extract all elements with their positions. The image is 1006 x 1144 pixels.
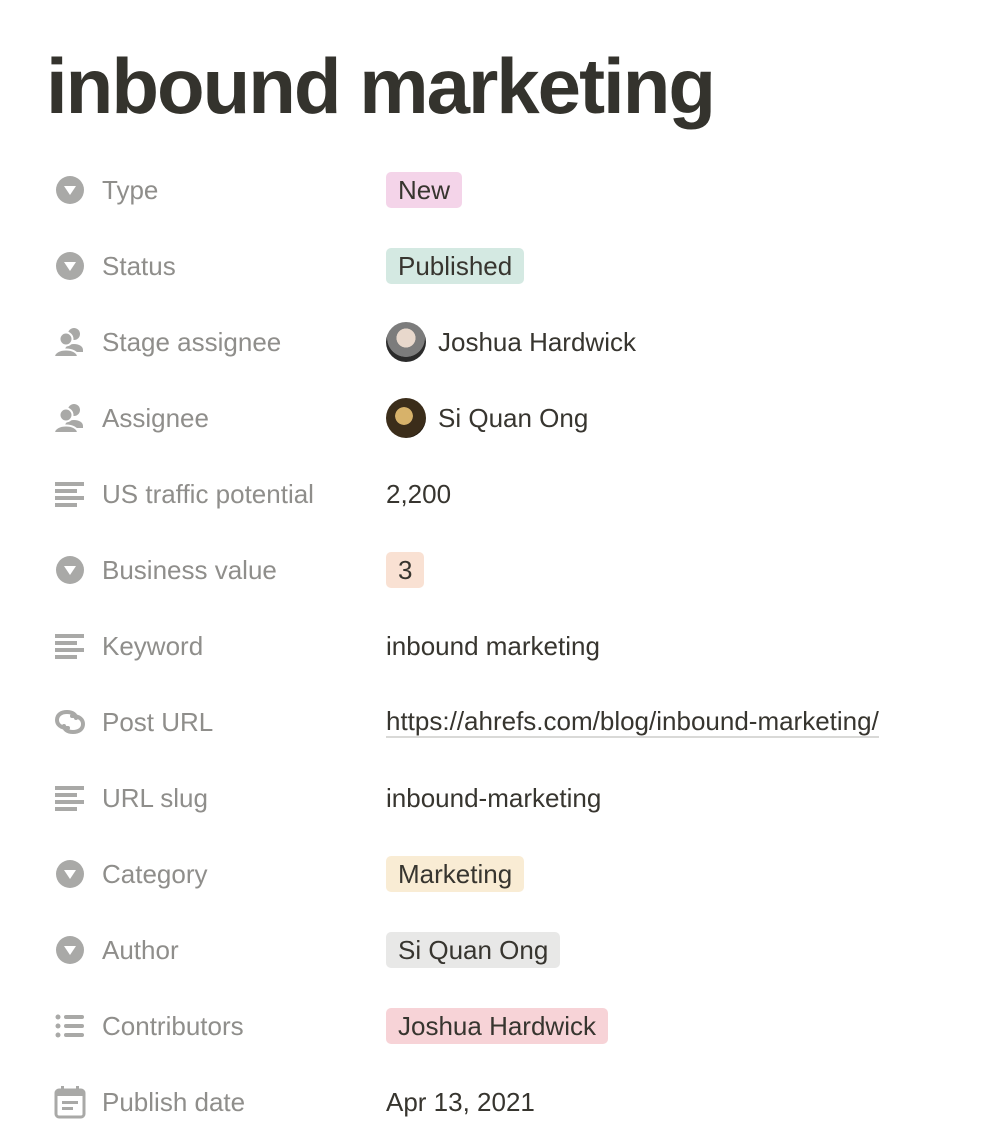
property-value-us-traffic-potential[interactable]: 2,200 xyxy=(386,479,451,510)
property-row-category: Category Marketing xyxy=(52,836,1002,912)
property-label-business-value[interactable]: Business value xyxy=(52,550,386,590)
properties-list: Type New Status Published Stage assignee… xyxy=(52,152,1002,1140)
property-label-text: Assignee xyxy=(102,402,209,433)
page-title[interactable]: inbound marketing xyxy=(46,43,716,130)
property-value-business-value[interactable]: 3 xyxy=(386,552,425,588)
text-icon xyxy=(52,476,88,512)
property-value-author[interactable]: Si Quan Ong xyxy=(386,932,561,968)
property-value-stage-assignee[interactable]: Joshua Hardwick xyxy=(386,322,636,362)
property-row-contributors: Contributors Joshua Hardwick xyxy=(52,988,1002,1064)
property-row-us-traffic-potential: US traffic potential 2,200 xyxy=(52,456,1002,532)
status-tag[interactable]: Published xyxy=(386,248,525,284)
property-row-stage-assignee: Stage assignee Joshua Hardwick xyxy=(52,304,1002,380)
property-label-text: Type xyxy=(102,174,159,205)
person-name[interactable]: Joshua Hardwick xyxy=(438,327,636,358)
property-row-author: Author Si Quan Ong xyxy=(52,912,1002,988)
property-row-business-value: Business value 3 xyxy=(52,532,1002,608)
property-label-text: Stage assignee xyxy=(102,326,282,357)
list-icon xyxy=(52,1008,88,1044)
contributor-tag[interactable]: Joshua Hardwick xyxy=(386,1008,608,1044)
text-icon xyxy=(52,780,88,816)
publish-date-value[interactable]: Apr 13, 2021 xyxy=(386,1087,535,1118)
property-value-assignee[interactable]: Si Quan Ong xyxy=(386,398,588,438)
property-label-post-url[interactable]: Post URL xyxy=(52,702,386,742)
property-label-text: Contributors xyxy=(102,1010,244,1041)
property-label-text: Publish date xyxy=(102,1086,246,1117)
property-label-publish-date[interactable]: Publish date xyxy=(52,1082,386,1122)
person-icon xyxy=(52,324,88,360)
person-icon xyxy=(52,400,88,436)
property-value-category[interactable]: Marketing xyxy=(386,856,525,892)
calendar-icon xyxy=(52,1084,88,1120)
property-row-assignee: Assignee Si Quan Ong xyxy=(52,380,1002,456)
property-label-text: Keyword xyxy=(102,630,204,661)
select-icon xyxy=(52,856,88,892)
property-value-post-url[interactable]: https://ahrefs.com/blog/inbound-marketin… xyxy=(386,706,879,738)
link-icon xyxy=(52,704,88,740)
property-label-assignee[interactable]: Assignee xyxy=(52,398,386,438)
property-label-url-slug[interactable]: URL slug xyxy=(52,778,386,818)
text-icon xyxy=(52,628,88,664)
avatar xyxy=(386,398,426,438)
select-icon xyxy=(52,172,88,208)
property-label-type[interactable]: Type xyxy=(52,170,386,210)
property-label-stage-assignee[interactable]: Stage assignee xyxy=(52,322,386,362)
property-value-keyword[interactable]: inbound marketing xyxy=(386,631,600,662)
property-label-text: US traffic potential xyxy=(102,478,314,509)
property-label-text: Author xyxy=(102,934,179,965)
avatar xyxy=(386,322,426,362)
url-slug-value[interactable]: inbound-marketing xyxy=(386,783,601,814)
select-icon xyxy=(52,248,88,284)
property-label-contributors[interactable]: Contributors xyxy=(52,1006,386,1046)
select-icon xyxy=(52,932,88,968)
property-label-text: Post URL xyxy=(102,706,214,737)
property-label-keyword[interactable]: Keyword xyxy=(52,626,386,666)
property-label-text: Business value xyxy=(102,554,277,585)
category-tag[interactable]: Marketing xyxy=(386,856,525,892)
property-value-type[interactable]: New xyxy=(386,172,463,208)
property-label-text: Category xyxy=(102,858,208,889)
property-value-status[interactable]: Published xyxy=(386,248,525,284)
property-value-contributors[interactable]: Joshua Hardwick xyxy=(386,1008,608,1044)
property-label-category[interactable]: Category xyxy=(52,854,386,894)
property-row-post-url: Post URL https://ahrefs.com/blog/inbound… xyxy=(52,684,1002,760)
property-label-text: Status xyxy=(102,250,176,281)
post-url-link[interactable]: https://ahrefs.com/blog/inbound-marketin… xyxy=(386,706,879,738)
type-tag[interactable]: New xyxy=(386,172,463,208)
property-label-us-traffic-potential[interactable]: US traffic potential xyxy=(52,474,386,514)
property-label-text: URL slug xyxy=(102,782,208,813)
property-row-url-slug: URL slug inbound-marketing xyxy=(52,760,1002,836)
property-row-keyword: Keyword inbound marketing xyxy=(52,608,1002,684)
property-label-status[interactable]: Status xyxy=(52,246,386,286)
property-row-type: Type New xyxy=(52,152,1002,228)
select-icon xyxy=(52,552,88,588)
keyword-value[interactable]: inbound marketing xyxy=(386,631,600,662)
property-row-publish-date: Publish date Apr 13, 2021 xyxy=(52,1064,1002,1140)
property-value-publish-date[interactable]: Apr 13, 2021 xyxy=(386,1087,535,1118)
business-value-tag[interactable]: 3 xyxy=(386,552,425,588)
property-label-author[interactable]: Author xyxy=(52,930,386,970)
author-tag[interactable]: Si Quan Ong xyxy=(386,932,561,968)
property-value-url-slug[interactable]: inbound-marketing xyxy=(386,783,601,814)
property-row-status: Status Published xyxy=(52,228,1002,304)
person-name[interactable]: Si Quan Ong xyxy=(438,403,588,434)
traffic-value[interactable]: 2,200 xyxy=(386,479,451,510)
